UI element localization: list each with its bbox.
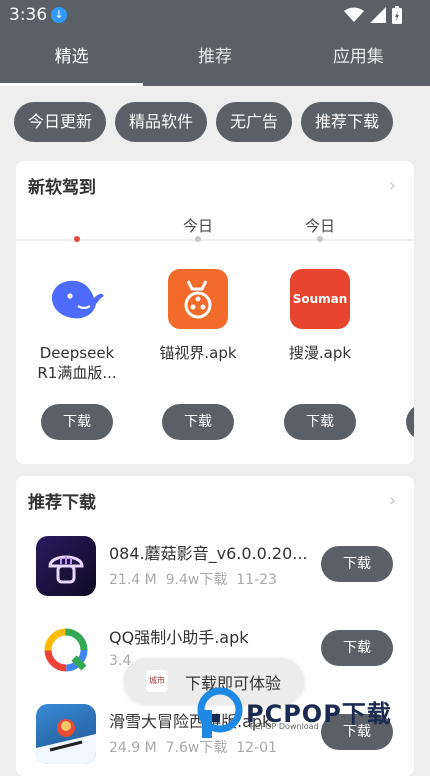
chevron-right-icon[interactable]: ›: [389, 175, 396, 196]
chip-recommended-downloads[interactable]: 推荐下载: [301, 102, 394, 142]
download-notification-icon: ↓: [51, 7, 67, 23]
filter-chips: 今日更新 精品软件 无广告 推荐下载: [14, 102, 394, 142]
section-title-new-software: 新软驾到: [28, 178, 96, 198]
app-name-line: Deepseek: [39, 344, 115, 362]
app-name-line: 说: [391, 363, 414, 383]
list-item[interactable]: 084.蘑菇影音_v6.0.0.20... 21.4 M 9.4w下载 11-2…: [16, 532, 414, 612]
app-item-deepseek[interactable]: Deepseek R1满血版...: [22, 269, 132, 383]
chip-no-ads[interactable]: 无广告: [216, 102, 293, 142]
toast-app-icon: 城市: [146, 670, 168, 692]
app-name-line: R1满血版...: [37, 364, 117, 382]
tab-bar: 精选 推荐 应用集: [0, 30, 430, 86]
list-item-meta: 21.4 M 9.4w下载 11-23: [109, 569, 277, 589]
app-name-line: 嗤: [391, 343, 414, 363]
timeline-label: 今日: [182, 217, 214, 235]
download-button[interactable]: [406, 404, 414, 440]
tab-featured[interactable]: 精选: [0, 30, 144, 86]
tab-app-collections[interactable]: 应用集: [287, 30, 430, 86]
deepseek-whale-icon: [47, 269, 107, 329]
file-size: 21.4 M: [109, 572, 157, 588]
status-time: 3:36: [9, 5, 48, 25]
souman-logo-text: Souman: [292, 292, 348, 306]
app-name-line: 锚视界.apk: [159, 344, 237, 362]
battery-icon: [392, 6, 402, 24]
list-item-name: 084.蘑菇影音_v6.0.0.20...: [109, 544, 308, 563]
status-bar: 3:36 ↓: [0, 0, 430, 30]
app-item-souman[interactable]: Souman 搜漫.apk: [265, 269, 375, 363]
tab-recommend[interactable]: 推荐: [143, 30, 286, 86]
timeline-dot: [195, 236, 201, 242]
app-header: 3:36 ↓ 精选 推荐 应用集: [0, 0, 430, 86]
watermark-sub: PCPOP Download: [250, 722, 319, 731]
download-button[interactable]: 下载: [162, 404, 234, 440]
watermark: PCPOP下载 PCPOP Download: [194, 682, 430, 764]
app-name: 搜漫.apk: [265, 343, 375, 363]
pcpop-logo-icon: [197, 687, 243, 738]
app-name: Deepseek R1满血版...: [22, 343, 132, 383]
timeline-dot-current: [74, 236, 80, 242]
souman-logo-icon: Souman: [290, 269, 350, 329]
download-button[interactable]: 下载: [321, 546, 393, 582]
update-date: 11-23: [236, 572, 277, 588]
app-name: 锚视界.apk: [143, 343, 253, 363]
chip-premium-software[interactable]: 精品软件: [115, 102, 208, 142]
chip-today-updates[interactable]: 今日更新: [14, 102, 107, 142]
signal-icon: [370, 7, 386, 23]
ski-game-icon: [36, 704, 96, 764]
app-name: 嗤 说: [391, 343, 414, 383]
mushroom-player-icon: [36, 536, 96, 596]
timeline-label: 今日: [304, 217, 336, 235]
download-button[interactable]: 下载: [321, 630, 393, 666]
download-button[interactable]: 下载: [284, 404, 356, 440]
download-count: 9.4w下载: [165, 572, 228, 588]
new-software-card: 新软驾到 › 今日 今日 Deepseek R1满血版... 锚视界.apk S…: [16, 161, 414, 464]
chevron-right-icon[interactable]: ›: [389, 490, 396, 511]
section-title-recommended: 推荐下载: [28, 493, 96, 513]
app-name-line: 搜漫.apk: [288, 344, 352, 362]
list-item-name: QQ强制小助手.apk: [109, 628, 249, 647]
file-size: 24.9 M: [109, 740, 157, 756]
timeline-dot: [317, 236, 323, 242]
wifi-icon: [344, 7, 364, 22]
download-button[interactable]: 下载: [41, 404, 113, 440]
app-item-partial[interactable]: 嗤 说: [391, 269, 414, 383]
film-reel-icon: [168, 269, 228, 329]
status-icons: [344, 6, 402, 24]
app-item-maoshijie[interactable]: 锚视界.apk: [143, 269, 253, 363]
q-ring-icon: [36, 620, 96, 680]
